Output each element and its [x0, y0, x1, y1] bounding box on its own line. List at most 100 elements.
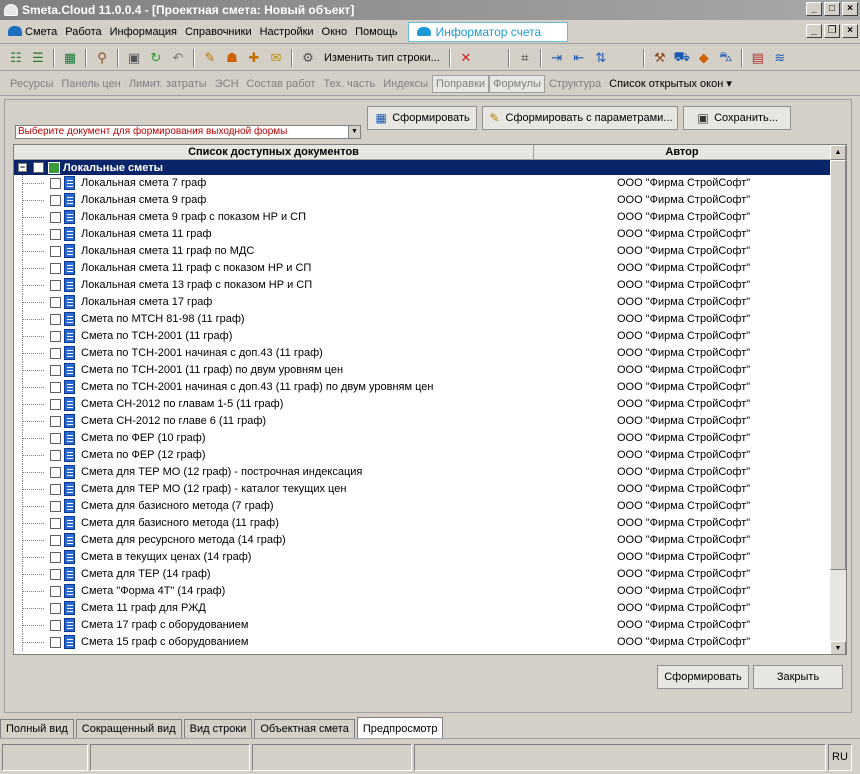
list-item[interactable]: Локальная смета 9 граф ООО "Фирма СтройСо… [14, 192, 832, 209]
panel-limit[interactable]: Лимит. затраты [125, 78, 211, 90]
add-resource-icon[interactable]: ✚ [244, 48, 264, 68]
panel-esn[interactable]: ЭСН [211, 78, 243, 90]
row-checkbox[interactable] [50, 569, 61, 580]
panel-formuly[interactable]: Формулы [489, 74, 545, 93]
list-item[interactable]: Смета для ресурсного метода (14 граф) ООО… [14, 532, 832, 549]
list-item[interactable]: Локальная смета 11 граф с показом НР и С… [14, 260, 832, 277]
open-windows-dropdown[interactable]: Список открытых окон ▾ [605, 77, 736, 90]
info-tab[interactable]: Информатор счета [407, 21, 568, 42]
vertical-scrollbar[interactable]: ▼ [830, 160, 846, 654]
language-indicator[interactable]: RU [828, 744, 852, 771]
row-checkbox[interactable] [50, 229, 61, 240]
minimize-button[interactable]: _ [806, 2, 822, 16]
row-checkbox[interactable] [50, 331, 61, 342]
close-button[interactable]: × [842, 2, 858, 16]
form-button[interactable]: Сформировать [657, 665, 749, 689]
list-item[interactable]: Локальная смета 9 граф с показом НР и СП… [14, 209, 832, 226]
tab-preview[interactable]: Предпросмотр [356, 717, 444, 738]
panel-ceny[interactable]: Панель цен [57, 78, 124, 90]
list-item[interactable]: Смета "Форма 4Т" (14 граф) ООО "Фирма Стр… [14, 583, 832, 600]
hammer-icon[interactable]: ⚒ [650, 48, 670, 68]
row-checkbox[interactable] [50, 195, 61, 206]
list-item[interactable]: Смета для ТЕР (14 граф) ООО "Фирма СтройС… [14, 566, 832, 583]
mdi-close-button[interactable]: × [842, 24, 858, 38]
panel-indeksy[interactable]: Индексы [379, 78, 432, 90]
panel-struktura[interactable]: Структура [545, 78, 605, 90]
row-checkbox[interactable] [50, 603, 61, 614]
books-icon[interactable]: ▤ [748, 48, 768, 68]
indent-icon[interactable]: ⇥ [547, 48, 567, 68]
group-row[interactable]: − Локальные сметы [14, 160, 832, 175]
mdi-minimize-button[interactable]: _ [806, 24, 822, 38]
list-item[interactable]: Смета по ТСН-2001 (11 граф) ООО "Фирма Ст… [14, 328, 832, 345]
formula-icon[interactable]: ⌗ [515, 48, 535, 68]
material-icon[interactable]: ◆ [694, 48, 714, 68]
list-item[interactable]: Локальная смета 7 граф ООО "Фирма СтройСо… [14, 175, 832, 192]
outdent-icon[interactable]: ⇤ [569, 48, 589, 68]
list-item[interactable]: Локальная смета 13 граф с показом НР и С… [14, 277, 832, 294]
layers-icon[interactable]: ≋ [770, 48, 790, 68]
change-row-type-button[interactable]: Изменить тип строки... [320, 52, 444, 64]
list-item[interactable]: Смета в текущих ценах (14 граф) ООО "Фирм… [14, 549, 832, 566]
menu-pomosch[interactable]: Помощь [351, 26, 402, 38]
panel-sostav[interactable]: Состав работ [243, 78, 320, 90]
list-item[interactable]: Локальная смета 17 граф ООО "Фирма СтройС… [14, 294, 832, 311]
scroll-down-button[interactable]: ▼ [830, 641, 846, 654]
row-checkbox[interactable] [50, 348, 61, 359]
machine-icon[interactable]: ⚙ [298, 48, 318, 68]
chevron-down-icon[interactable]: ▼ [348, 126, 360, 138]
list-item[interactable]: Смета для ТЕР МО (12 граф) - каталог тек… [14, 481, 832, 498]
row-checkbox[interactable] [50, 382, 61, 393]
tree-add-icon[interactable]: ☰ [28, 48, 48, 68]
menu-smeta[interactable]: Смета [4, 25, 61, 38]
generate-params-button[interactable]: ✎ Сформировать с параметрами... [482, 106, 678, 130]
sort-icon[interactable]: ⇅ [591, 48, 611, 68]
tool-icon[interactable]: ✎ [200, 48, 220, 68]
document-select[interactable]: Выберите документ для формирования выход… [15, 125, 361, 139]
save-button[interactable]: ▣ Сохранить... [683, 106, 791, 130]
collapse-icon[interactable]: − [18, 163, 27, 172]
worker-icon[interactable]: ☗ [222, 48, 242, 68]
row-checkbox[interactable] [50, 178, 61, 189]
row-checkbox[interactable] [50, 518, 61, 529]
truck-icon[interactable]: ⛟ [672, 48, 692, 68]
list-item[interactable]: Смета 15 граф с оборудованием ООО "Фирма … [14, 634, 832, 651]
list-item[interactable]: Смета СН-2012 по главам 1-5 (11 граф) ООО… [14, 396, 832, 413]
generate-top-button[interactable]: ▦ Сформировать [367, 106, 477, 130]
tree-icon[interactable]: ☷ [6, 48, 26, 68]
delete-icon[interactable]: ✕ [456, 48, 476, 68]
search-icon[interactable]: ⚲ [92, 48, 112, 68]
close-form-button[interactable]: Закрыть [753, 665, 843, 689]
undo-icon[interactable]: ↶ [168, 48, 188, 68]
menu-okno[interactable]: Окно [318, 26, 352, 38]
list-item[interactable]: Смета по ФЕР (10 граф) ООО "Фирма СтройСо… [14, 430, 832, 447]
row-checkbox[interactable] [50, 314, 61, 325]
tab-row-view[interactable]: Вид строки [183, 719, 253, 738]
panel-popravki[interactable]: Поправки [432, 74, 490, 93]
list-item[interactable]: Смета СН-2012 по главе 6 (11 граф) ООО "Ф… [14, 413, 832, 430]
car-icon[interactable]: ⛍ [716, 48, 736, 68]
panel-teh[interactable]: Тех. часть [319, 78, 379, 90]
row-checkbox[interactable] [50, 212, 61, 223]
row-checkbox[interactable] [50, 535, 61, 546]
list-item[interactable]: Смета по ТСН-2001 начиная с доп.43 (11 г… [14, 345, 832, 362]
row-checkbox[interactable] [50, 501, 61, 512]
mdi-restore-button[interactable]: ❐ [824, 24, 840, 38]
menu-rabota[interactable]: Работа [61, 26, 105, 38]
list-item[interactable]: Смета по ТСН-2001 начиная с доп.43 (11 г… [14, 379, 832, 396]
col-docs-header[interactable]: Список доступных документов [14, 145, 534, 159]
list-item[interactable]: Смета для ТЕР МО (12 граф) - построчная … [14, 464, 832, 481]
row-checkbox[interactable] [50, 552, 61, 563]
scroll-thumb[interactable] [830, 160, 846, 570]
comment-icon[interactable]: ✉ [266, 48, 286, 68]
tab-full-view[interactable]: Полный вид [0, 719, 74, 738]
group-checkbox[interactable] [33, 162, 44, 173]
list-item[interactable]: Смета по МТСН 81-98 (11 граф) ООО "Фирма … [14, 311, 832, 328]
refresh-icon[interactable]: ↻ [146, 48, 166, 68]
list-item[interactable]: Смета для базисного метода (11 граф) ООО … [14, 515, 832, 532]
list-item[interactable]: Локальная смета 11 граф по МДС ООО "Фирма… [14, 243, 832, 260]
excel-icon[interactable]: ▦ [60, 48, 80, 68]
row-checkbox[interactable] [50, 297, 61, 308]
row-checkbox[interactable] [50, 467, 61, 478]
list-item[interactable]: Смета по ФЕР (12 граф) ООО "Фирма СтройСо… [14, 447, 832, 464]
